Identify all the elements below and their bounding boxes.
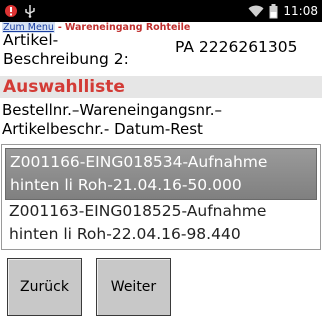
back-button[interactable]: Zurück [7,258,82,316]
status-bar: 11:08 [0,0,322,22]
selection-list[interactable]: Z001166-EING018534-Aufnahme hinten li Ro… [1,144,321,250]
article-label-line1: Artikel- [3,31,59,49]
list-item-line1: Z001166-EING018534-Aufnahme [10,153,268,171]
column-description-line1: Bestellnr.–Wareneingangsnr.– [2,101,223,119]
list-item-line1: Z001163-EING018525-Aufnahme [9,202,267,220]
article-label-line2: Beschreibung 2: [3,50,129,68]
section-title: Auswahlliste [3,77,125,97]
article-value: PA 2226261305 [175,38,298,56]
list-item-line2: hinten li Roh-21.04.16-50.000 [10,176,242,194]
status-notifications [4,2,36,20]
status-clock: 11:08 [283,4,318,18]
section-header: Auswahlliste [0,76,322,98]
notification-icon [5,5,17,17]
wifi-icon [248,5,264,17]
battery-icon [269,3,278,18]
list-item[interactable]: Z001163-EING018525-Aufnahme hinten li Ro… [5,198,317,248]
column-description: Bestellnr.–Wareneingangsnr.– Artikelbesc… [2,101,320,139]
list-item-line2: hinten li Roh-22.04.16-98.440 [9,225,241,243]
list-item[interactable]: Z001166-EING018534-Aufnahme hinten li Ro… [5,148,317,200]
status-system: 11:08 [248,0,318,22]
article-label: Artikel- Beschreibung 2: [3,31,163,69]
column-description-line2: Artikelbeschr.- Datum-Rest [2,120,203,138]
usb-icon [25,5,35,18]
next-button[interactable]: Weiter [96,258,171,316]
